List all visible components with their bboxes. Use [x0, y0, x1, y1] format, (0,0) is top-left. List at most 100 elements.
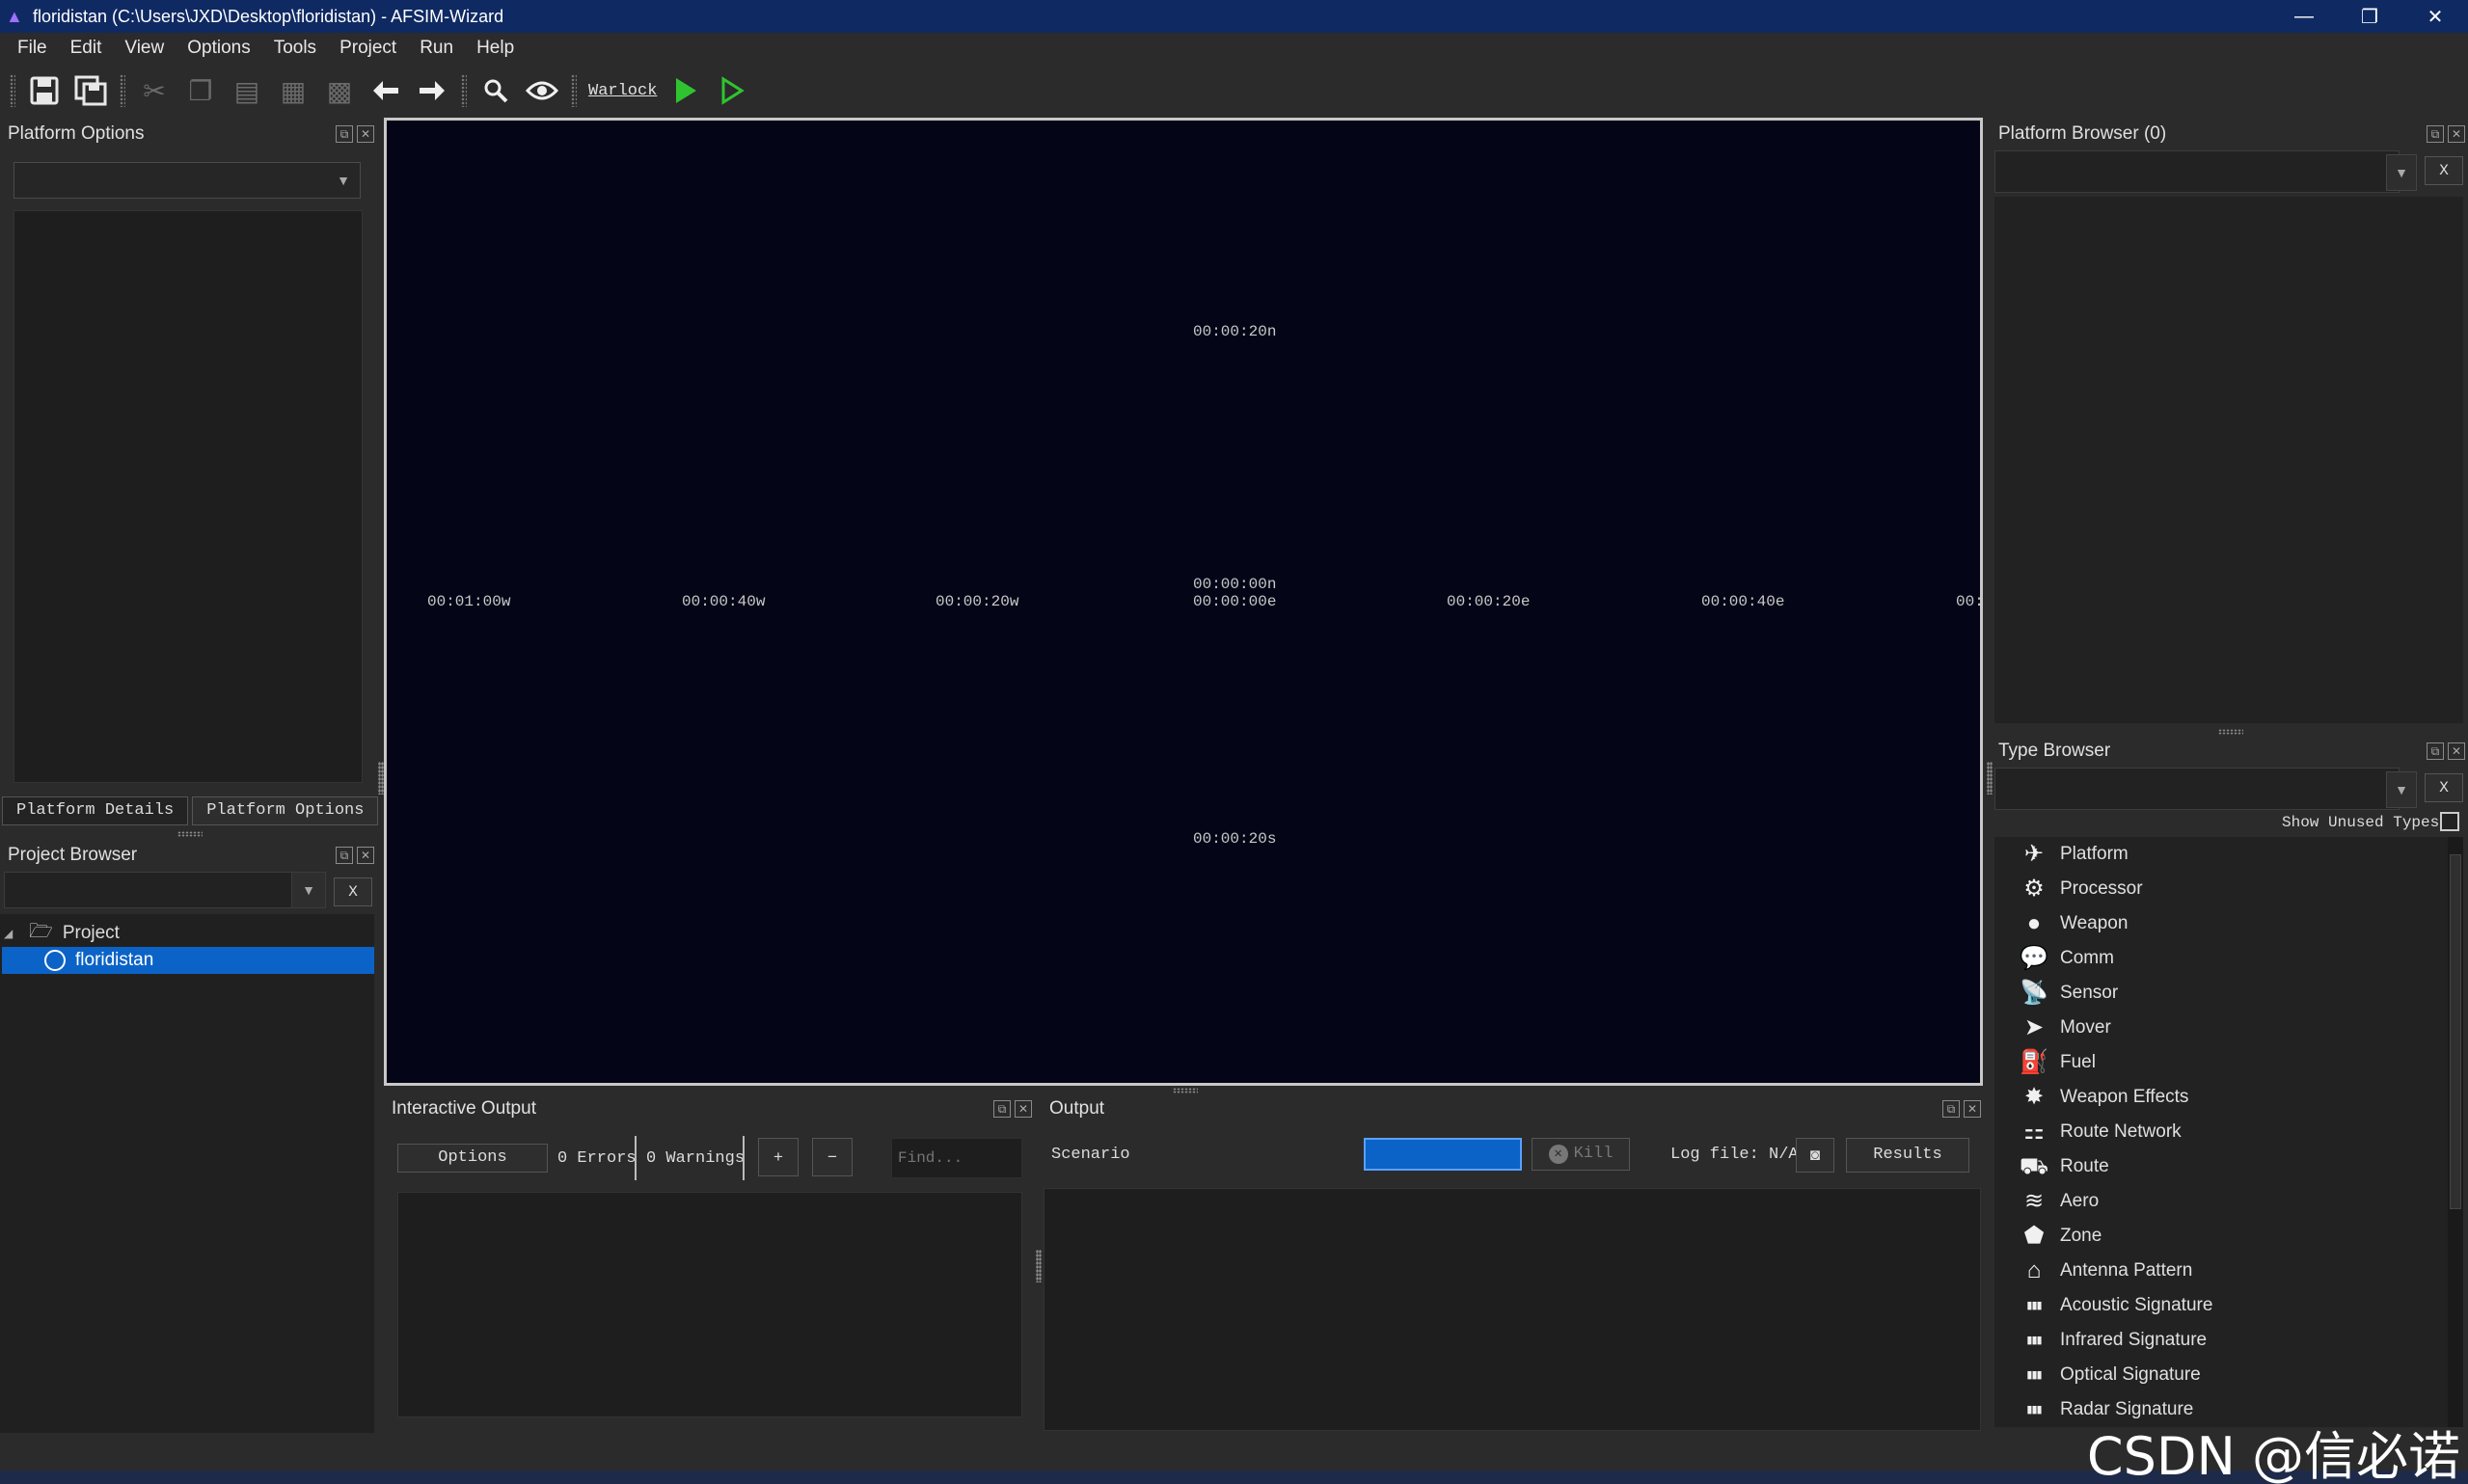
bars-icon: ▮▮▮: [2026, 1335, 2042, 1346]
copy-icon[interactable]: ❐: [181, 71, 220, 110]
menu-tools[interactable]: Tools: [262, 38, 328, 59]
kill-button[interactable]: ✕ Kill: [1532, 1138, 1630, 1171]
type-item-fuel[interactable]: ⛽ Fuel: [1994, 1045, 2448, 1080]
close-panel-icon[interactable]: ✕: [1015, 1100, 1032, 1118]
float-icon[interactable]: ⧉: [2427, 125, 2444, 143]
type-item-infrared-signature[interactable]: ▮▮▮ Infrared Signature: [1994, 1323, 2448, 1358]
grid-icon[interactable]: ▩: [320, 71, 359, 110]
platform-search-input[interactable]: [1994, 150, 2400, 193]
type-item-route-network[interactable]: ⚏ Route Network: [1994, 1115, 2448, 1149]
type-search-input[interactable]: [1994, 768, 2400, 810]
toolbar-grip[interactable]: [10, 74, 15, 107]
type-item-comm[interactable]: 💬 Comm: [1994, 941, 2448, 976]
float-icon[interactable]: ⧉: [993, 1100, 1011, 1118]
toolbar-grip[interactable]: [461, 74, 467, 107]
tree-item-project[interactable]: ◢ 🗁 Project: [0, 920, 374, 947]
search-icon[interactable]: [476, 71, 515, 110]
toolbar-grip[interactable]: [571, 74, 577, 107]
save-all-icon[interactable]: [71, 71, 110, 110]
type-item-zone[interactable]: ⬟ Zone: [1994, 1219, 2448, 1254]
expand-arrow-icon[interactable]: ◢: [4, 927, 21, 940]
type-item-route[interactable]: ⛟ Route: [1994, 1149, 2448, 1184]
progress-bar: [1364, 1138, 1522, 1171]
close-panel-icon[interactable]: ✕: [2448, 742, 2465, 760]
save-icon[interactable]: [25, 71, 64, 110]
type-item-aero[interactable]: ≋ Aero: [1994, 1184, 2448, 1219]
type-item-weapon-effects[interactable]: ✸ Weapon Effects: [1994, 1080, 2448, 1115]
menu-view[interactable]: View: [113, 38, 176, 59]
minimize-button[interactable]: —: [2271, 0, 2337, 33]
type-item-sensor[interactable]: 📡 Sensor: [1994, 976, 2448, 1011]
map-view[interactable]: 00:00:20n 00:01:00w 00:00:40w 00:00:20w …: [384, 118, 1984, 1086]
menu-run[interactable]: Run: [408, 38, 465, 59]
clear-type-search-button[interactable]: X: [2425, 773, 2463, 802]
splitter-grip[interactable]: [1173, 1088, 1198, 1093]
type-item-mover[interactable]: ➤ Mover: [1994, 1011, 2448, 1045]
platform-options-title: Platform Options: [8, 123, 145, 144]
zoom-in-button[interactable]: +: [758, 1138, 799, 1176]
find-input[interactable]: [891, 1138, 1022, 1178]
close-panel-icon[interactable]: ✕: [357, 125, 374, 143]
forward-arrow-icon[interactable]: [413, 71, 451, 110]
chevron-down-icon[interactable]: ▼: [2386, 771, 2417, 808]
clear-platform-search-button[interactable]: X: [2425, 156, 2463, 185]
close-button[interactable]: ✕: [2402, 0, 2468, 33]
clear-search-button[interactable]: X: [334, 877, 372, 906]
splitter-grip[interactable]: [2218, 729, 2243, 735]
scrollbar-thumb[interactable]: [2450, 854, 2461, 1209]
tree-item-floridistan[interactable]: floridistan: [2, 947, 374, 974]
network-icon: ⚏: [2023, 1119, 2045, 1145]
menu-edit[interactable]: Edit: [59, 38, 114, 59]
toolbar-grip[interactable]: [120, 74, 125, 107]
type-item-processor[interactable]: ⚙ Processor: [1994, 872, 2448, 906]
float-icon[interactable]: ⧉: [336, 125, 353, 143]
interactive-output-title: Interactive Output: [392, 1098, 536, 1119]
project-search-input[interactable]: [4, 872, 322, 908]
splitter-grip[interactable]: [1036, 1250, 1042, 1282]
type-item-acoustic-signature[interactable]: ▮▮▮ Acoustic Signature: [1994, 1288, 2448, 1323]
zoom-out-button[interactable]: −: [812, 1138, 853, 1176]
show-unused-types-checkbox[interactable]: [2440, 812, 2459, 831]
type-item-antenna-pattern[interactable]: ⌂ Antenna Pattern: [1994, 1254, 2448, 1288]
run-outline-icon[interactable]: [713, 71, 751, 110]
close-panel-icon[interactable]: ✕: [1964, 1100, 1981, 1118]
float-icon[interactable]: ⧉: [1942, 1100, 1960, 1118]
menu-file[interactable]: File: [6, 38, 59, 59]
options-button[interactable]: Options: [397, 1144, 548, 1173]
menu-help[interactable]: Help: [465, 38, 526, 59]
tab-platform-options[interactable]: Platform Options: [192, 796, 379, 825]
splitter-grip[interactable]: [177, 831, 203, 837]
type-item-platform[interactable]: ✈ Platform: [1994, 837, 2448, 872]
warlock-link[interactable]: Warlock: [588, 82, 657, 100]
float-icon[interactable]: ⧉: [2427, 742, 2444, 760]
tab-platform-details[interactable]: Platform Details: [2, 796, 189, 825]
scenario-label: Scenario: [1051, 1146, 1130, 1164]
cut-icon[interactable]: ✂: [135, 71, 174, 110]
bars-icon: ▮▮▮: [2026, 1369, 2042, 1381]
open-log-icon[interactable]: ◙: [1796, 1138, 1834, 1173]
paste-icon[interactable]: ▤: [228, 71, 266, 110]
chevron-down-icon[interactable]: ▼: [291, 872, 326, 908]
gears-icon: ⚙: [2023, 876, 2045, 902]
back-arrow-icon[interactable]: [366, 71, 405, 110]
clipboard-icon[interactable]: ▦: [274, 71, 312, 110]
close-panel-icon[interactable]: ✕: [2448, 125, 2465, 143]
float-icon[interactable]: ⧉: [336, 847, 353, 864]
type-item-weapon[interactable]: ● Weapon: [1994, 906, 2448, 941]
type-item-label: Sensor: [2060, 983, 2119, 1003]
results-button[interactable]: Results: [1846, 1138, 1969, 1173]
eye-icon[interactable]: [523, 71, 561, 110]
type-item-optical-signature[interactable]: ▮▮▮ Optical Signature: [1994, 1358, 2448, 1392]
menu-project[interactable]: Project: [328, 38, 408, 59]
interactive-output-text[interactable]: [397, 1192, 1022, 1417]
run-icon[interactable]: [666, 71, 705, 110]
splitter-grip[interactable]: [1987, 762, 1993, 795]
platform-options-combo[interactable]: ▼: [14, 162, 361, 199]
output-text[interactable]: [1044, 1188, 1981, 1431]
restore-button[interactable]: ❐: [2337, 0, 2402, 33]
type-item-label: Acoustic Signature: [2060, 1295, 2213, 1315]
menu-options[interactable]: Options: [176, 38, 261, 59]
chevron-down-icon[interactable]: ▼: [2386, 154, 2417, 191]
toolbar: ✂ ❐ ▤ ▦ ▩ Warlock: [0, 64, 2468, 118]
close-panel-icon[interactable]: ✕: [357, 847, 374, 864]
